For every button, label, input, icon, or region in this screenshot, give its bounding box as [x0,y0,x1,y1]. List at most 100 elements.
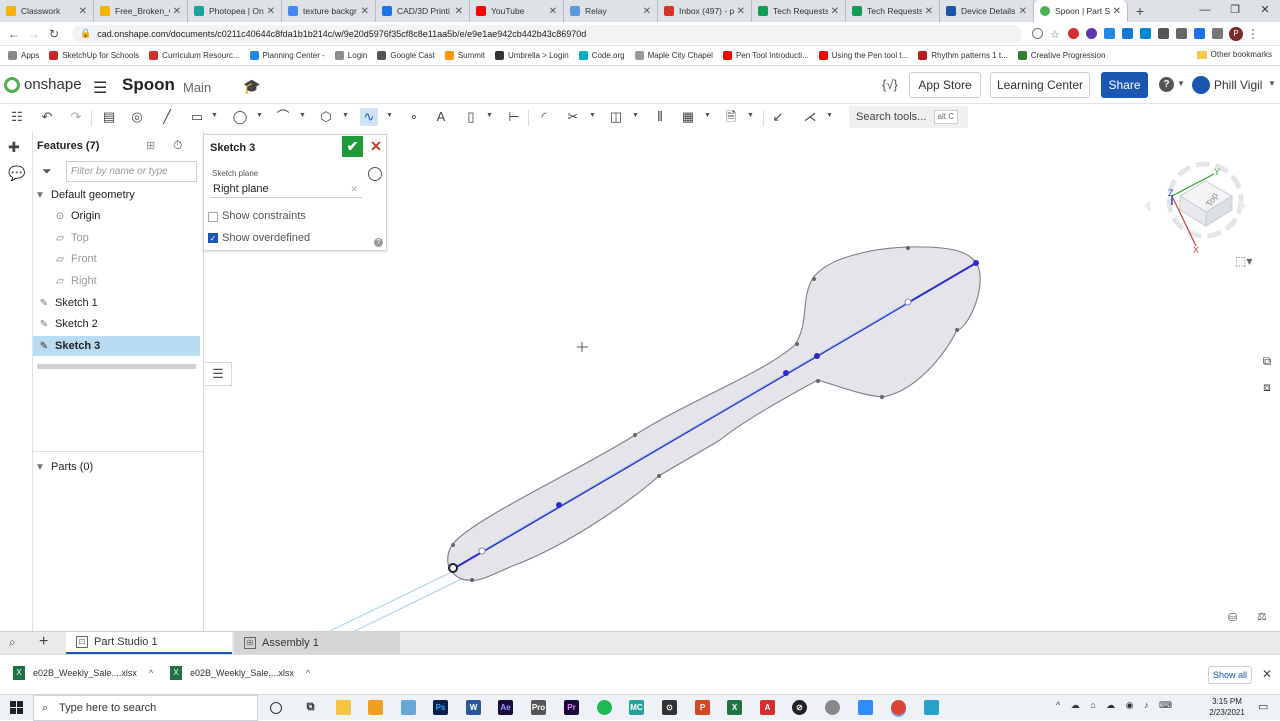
browser-tab[interactable]: texture backgr ✕ [282,0,376,22]
help-icon[interactable]: ? [374,238,383,247]
chevron-down-icon[interactable]: ▼ [747,112,754,119]
show-all-button[interactable]: Show all [1208,666,1252,684]
chrome-icon[interactable] [891,700,906,715]
point-tool-icon[interactable]: ∘ [405,108,423,126]
chevron-down-icon[interactable]: ▼ [589,112,596,119]
polygon-tool-icon[interactable]: ⬡ [317,108,335,126]
tab-part-studio-1[interactable]: ⊡ Part Studio 1 [66,632,232,654]
undo-icon[interactable]: ↶ [38,108,56,126]
rectangle-tool-icon[interactable]: ▭ [188,108,206,126]
close-tab-icon[interactable]: ✕ [643,6,651,17]
chevron-down-icon[interactable]: ▼ [1177,79,1185,88]
restore-icon[interactable]: ❐ [1220,0,1250,22]
bookmark[interactable]: Code.org [578,51,625,60]
system-tray-icons[interactable]: ^ ☁ ⌂ ☁ ◉ ♪ ⌨ [1056,700,1176,711]
taskbar-search-field[interactable]: ⌕ Type here to search [33,695,258,721]
browser-tab[interactable]: Classwork ✕ [0,0,94,22]
bookmark[interactable]: Using the Pen tool t... [818,51,908,60]
line-tool-icon[interactable]: ╱ [158,108,176,126]
windows-start-icon[interactable] [10,701,23,714]
app-icon[interactable] [401,700,416,715]
search-tools-field[interactable]: Search tools... alt C [849,106,968,128]
spoon-sketch-region[interactable] [447,246,981,581]
media-icon[interactable] [1194,28,1205,39]
new-tab-button[interactable]: + [1128,0,1152,22]
add-feature-icon[interactable]: ✚ [8,139,20,156]
user-avatar[interactable] [1192,76,1210,94]
close-downloads-icon[interactable]: ✕ [1262,667,1272,681]
other-bookmarks[interactable]: Other bookmarks [1196,50,1272,59]
text-tool-icon[interactable]: A [432,108,450,126]
bookmark[interactable]: Creative Progression [1017,51,1105,60]
bookmark[interactable]: Maple City Chapel [634,51,713,60]
sketch-plane-field[interactable]: Right plane ✕ [210,180,362,198]
rollback-timer-icon[interactable]: ⏱ [173,138,182,153]
history-clock-icon[interactable] [368,167,382,181]
bookmark[interactable]: Curriculum Resourc... [149,51,240,60]
browser-tab[interactable]: Device Details ✕ [940,0,1034,22]
bookmark[interactable]: Google Cast [377,51,435,60]
feature-item-sketch-2[interactable]: ✎ Sketch 2 [33,314,200,334]
control-point[interactable] [783,370,789,376]
bookmark[interactable]: Summit [444,51,485,60]
accept-checkmark-icon[interactable]: ✔ [342,136,363,157]
bookmark[interactable]: Planning Center - [249,51,325,60]
spline-point[interactable] [812,277,816,281]
control-point[interactable] [478,547,486,555]
minimize-icon[interactable]: — [1190,0,1220,22]
circle-tool-icon[interactable]: ◯ [231,108,249,126]
spline-point[interactable] [880,395,884,399]
trim-tool-icon[interactable]: ✂ [564,108,582,126]
browser-tab[interactable]: Free_Broken_C ✕ [94,0,188,22]
control-point[interactable] [814,353,820,359]
spline-tool-icon[interactable]: ∿ [360,108,378,126]
extension-icon[interactable] [1122,28,1133,39]
app-icon[interactable]: ⊙ [662,700,677,715]
chevron-down-icon[interactable]: ▼ [386,112,393,119]
spline-point[interactable] [470,578,474,582]
chevron-down-icon[interactable]: ▼ [299,112,306,119]
cancel-x-icon[interactable]: ✕ [368,137,384,156]
spline-point[interactable] [906,246,910,250]
spline-point[interactable] [633,433,637,437]
view-cube-menu-icon[interactable]: ⬚▾ [1235,254,1252,268]
feature-item-origin[interactable]: ⊙ Origin [33,206,200,226]
chevron-up-icon[interactable]: ^ [306,668,310,678]
feature-filter-input[interactable]: Filter by name or type [66,161,197,182]
reading-list-icon[interactable] [1212,28,1223,39]
close-tab-icon[interactable]: ✕ [79,6,87,17]
control-point[interactable] [556,502,562,508]
extension-icon[interactable] [1086,28,1097,39]
download-item[interactable]: X e02B_Weekly_Sale....xlsx ^ [13,666,153,680]
feature-item-right[interactable]: ▱ Right [33,271,200,291]
bookmark[interactable]: Pen Tool Introducti... [722,51,809,60]
midpoint-line-icon[interactable]: ⊢ [505,108,523,126]
browser-tab-active[interactable]: Spoon | Part St ✕ [1034,0,1128,22]
close-tab-icon[interactable]: ✕ [549,6,557,17]
menu-dots-icon[interactable]: ⋮ [1243,27,1263,41]
dxf-import-icon[interactable]: 🗎 [722,108,740,126]
hamburger-menu-icon[interactable]: ☰ [93,78,107,98]
powerpoint-icon[interactable]: P [695,700,710,715]
after-effects-icon[interactable]: Ae [498,700,513,715]
measure-icon[interactable]: ⛁ [1228,611,1237,624]
chevron-down-icon[interactable]: ▼ [256,112,263,119]
bookmark[interactable]: Umbrella > Login [494,51,569,60]
view-cube[interactable]: Top Y X Z [1140,150,1250,260]
graduation-cap-icon[interactable]: 🎓 [243,78,260,95]
browser-tab[interactable]: Relay ✕ [564,0,658,22]
show-constraints-checkbox[interactable] [208,212,218,222]
feature-item-top[interactable]: ▱ Top [33,228,200,248]
workspace-name[interactable]: Main [183,80,211,95]
constraint-tool-icon[interactable]: ⋌ [801,108,819,126]
onshape-logo[interactable]: onshape [4,76,82,93]
chevron-down-icon[interactable]: ▼ [211,112,218,119]
rotate-left-arrow[interactable] [1144,200,1150,212]
chevron-down-icon[interactable]: ▼ [342,112,349,119]
control-point[interactable] [904,298,912,306]
feature-item-front[interactable]: ▱ Front [33,249,200,269]
close-tab-icon[interactable]: ✕ [267,6,275,17]
zoom-app-icon[interactable] [858,700,873,715]
app-icon[interactable] [825,700,840,715]
configuration-panel-icon[interactable]: ⧈ [1258,378,1276,396]
